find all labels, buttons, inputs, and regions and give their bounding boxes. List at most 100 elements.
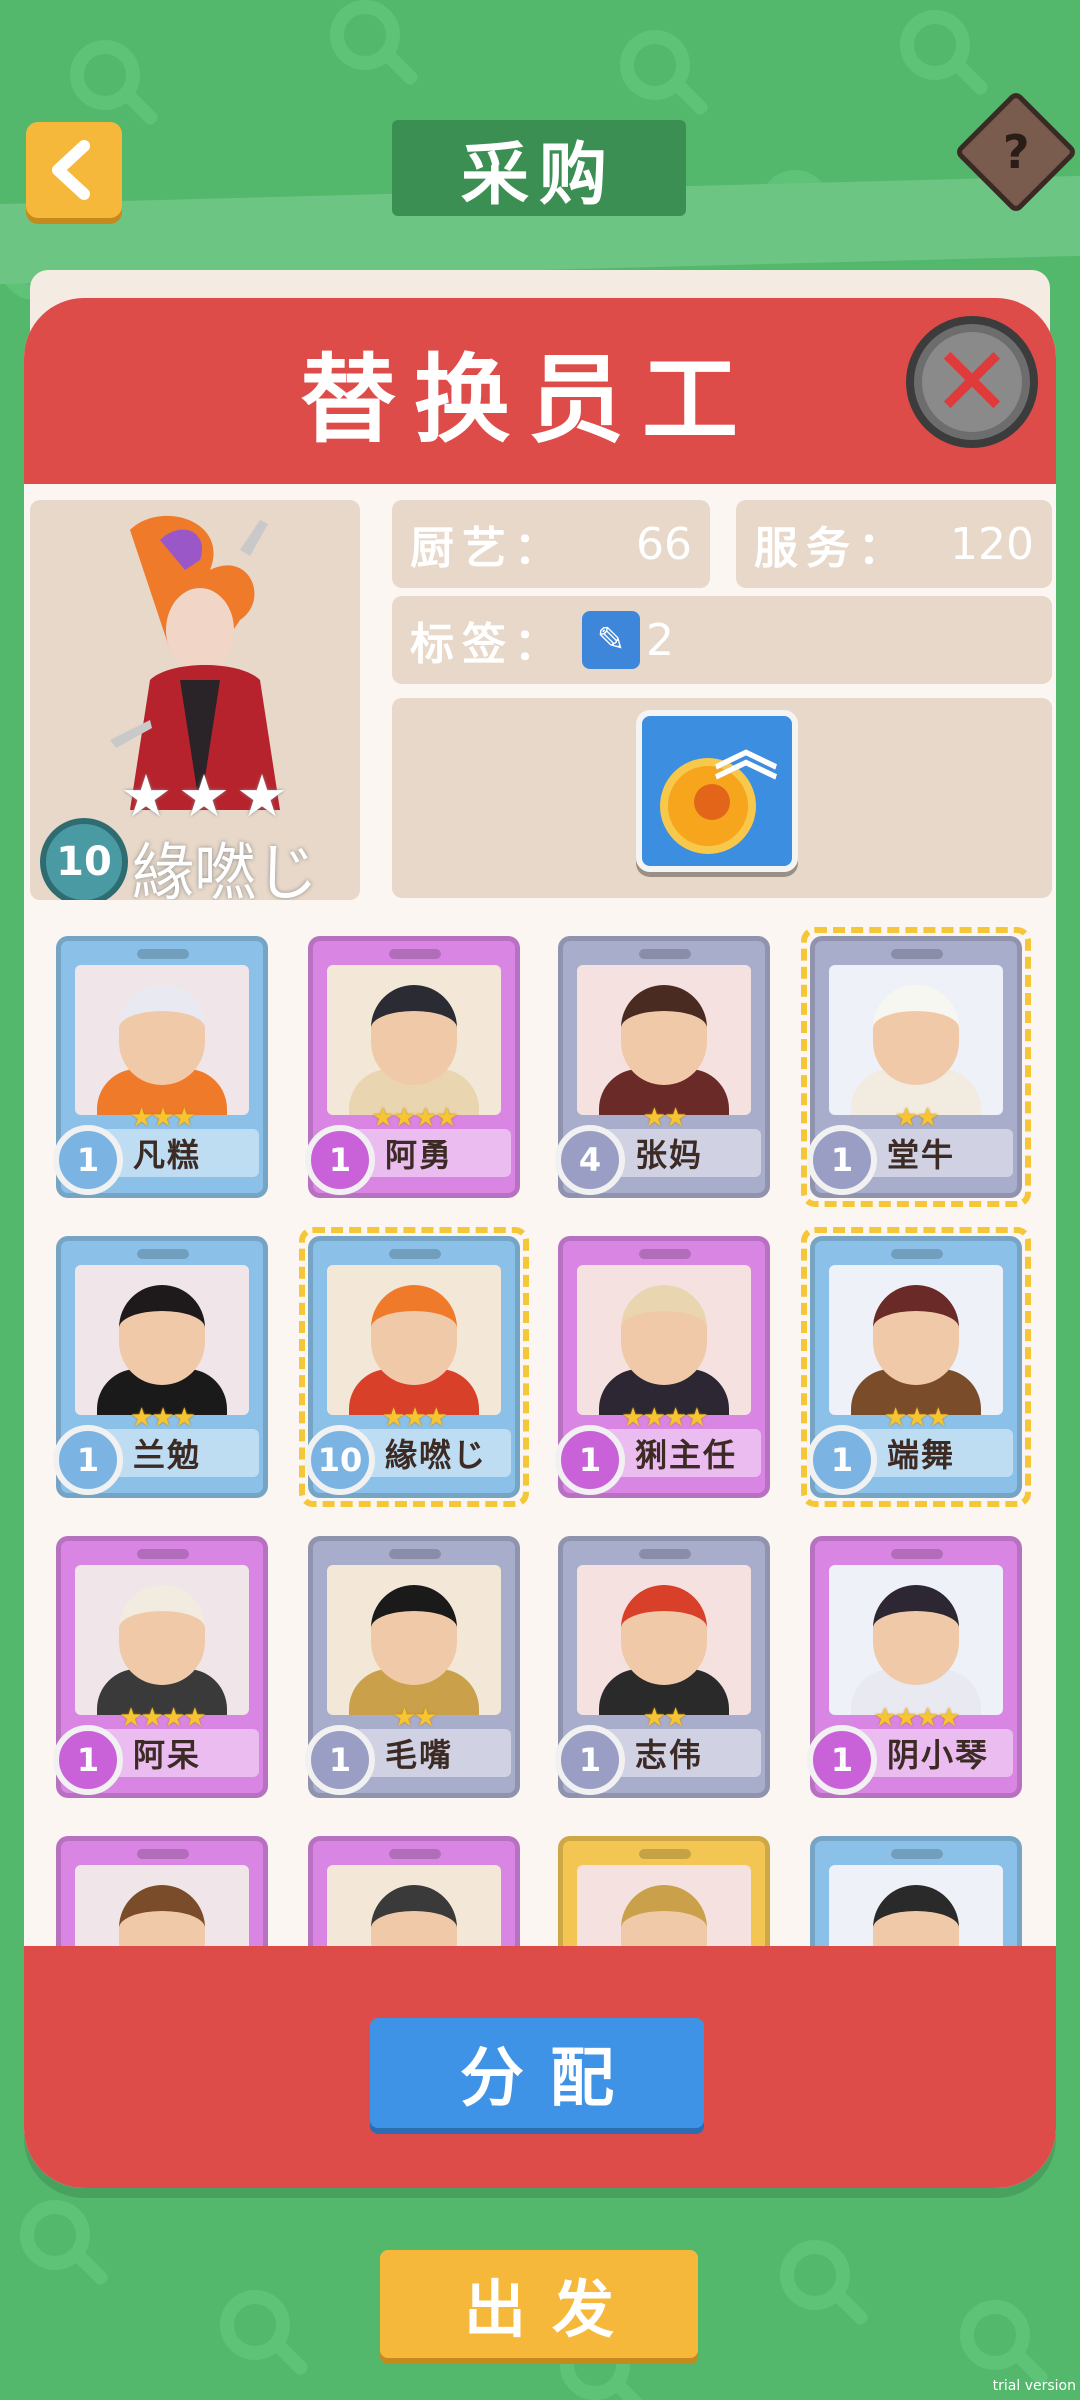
watermark-text: trial version [992,2378,1076,2394]
staff-portrait [327,1865,501,1958]
close-x-icon: ✕ [922,332,1022,432]
dialog-header: 替换员工 ✕ [24,298,1056,484]
upgrade-button[interactable]: ︽ [636,710,798,872]
staff-grid: ★★★ 凡糕 1 ★★★★ 阿勇 1 ★★ 张妈 4 ★★ 堂牛 1 ★★★ 兰勉 1 ★★★ 緣嘫じ 10 ★★★… [24,918,1056,1958]
portrait-head [621,1285,707,1385]
portrait-head [119,1285,205,1385]
staff-portrait [327,1265,501,1415]
staff-portrait [327,1565,501,1715]
staff-portrait [577,1265,751,1415]
staff-card[interactable]: ★★★★ 猁主任 1 [555,1236,770,1498]
staff-portrait [829,965,1003,1115]
card-notch [137,1549,189,1559]
selected-staff-portrait: ★ ★ ★ 10 緣嘫じ [30,500,360,900]
portrait-head [371,1285,457,1385]
staff-portrait [577,1865,751,1958]
cooking-label: 厨艺： [410,523,566,574]
portrait-head [119,1585,205,1685]
staff-card[interactable]: ★★★★ 阿呆 1 [53,1536,268,1798]
portrait-head [371,985,457,1085]
cooking-value: 66 [636,518,692,570]
card-notch [891,1849,943,1859]
staff-card[interactable] [558,1836,770,1958]
star-icon: ★ [120,762,172,830]
chevron-up-icon: ︽ [714,715,778,789]
card-notch [389,1549,441,1559]
staff-portrait [75,965,249,1115]
staff-portrait [829,1265,1003,1415]
staff-card[interactable] [56,1836,268,1958]
arrow-left-icon [52,140,90,200]
staff-card[interactable]: ★★★★ 阴小琴 1 [807,1536,1022,1798]
card-notch [389,1849,441,1859]
replace-staff-dialog: 替换员工 ✕ ★ ★ ★ 10 緣嘫じ 厨艺： 66 服务： 120 标签： ✎… [24,298,1056,2188]
assign-button[interactable]: 分配 [370,2018,704,2128]
card-notch [639,1549,691,1559]
dialog-footer: 分配 [24,1946,1056,2188]
staff-portrait [829,1865,1003,1958]
staff-card[interactable]: ★★ 张妈 4 [555,936,770,1198]
card-notch [137,1249,189,1259]
card-notch [137,1849,189,1859]
portrait-head [621,1585,707,1685]
card-notch [891,1249,943,1259]
tag-value: 2 [646,614,674,666]
staff-portrait [75,1265,249,1415]
staff-level-badge: 1 [807,1725,877,1795]
staff-level-badge: 1 [53,1125,123,1195]
close-button[interactable]: ✕ [906,316,1038,448]
card-notch [891,1549,943,1559]
staff-level-badge: 1 [305,1725,375,1795]
card-notch [389,1249,441,1259]
cooking-stat: 厨艺： 66 [392,500,710,588]
service-value: 120 [950,518,1034,570]
staff-level-badge: 10 [305,1425,375,1495]
star-icon: ★ [236,762,288,830]
staff-level-badge: 1 [53,1725,123,1795]
portrait-head [873,1285,959,1385]
card-notch [639,1249,691,1259]
staff-card[interactable] [308,1836,520,1958]
card-notch [639,1849,691,1859]
portrait-head [371,1585,457,1685]
portrait-head [119,985,205,1085]
tag-label: 标签： [410,619,566,670]
depart-button[interactable]: 出发 [380,2250,698,2358]
staff-level-badge: 1 [555,1425,625,1495]
question-icon: ? [1002,125,1030,179]
staff-card[interactable]: ★★ 堂牛 1 [801,927,1031,1207]
star-icon: ★ [178,762,230,830]
staff-level-badge: 1 [807,1425,877,1495]
staff-level-badge: 1 [305,1125,375,1195]
staff-card[interactable]: ★★ 志伟 1 [555,1536,770,1798]
card-notch [891,949,943,959]
staff-portrait [327,965,501,1115]
back-button[interactable] [26,122,122,218]
staff-portrait [829,1565,1003,1715]
service-label: 服务： [754,523,910,574]
portrait-head [873,1585,959,1685]
portrait-head [621,985,707,1085]
staff-level-badge: 1 [555,1725,625,1795]
staff-card[interactable]: ★★★ 凡糕 1 [53,936,268,1198]
staff-portrait [577,965,751,1115]
staff-level-badge: 4 [555,1125,625,1195]
staff-level-badge: 1 [53,1425,123,1495]
staff-card[interactable] [810,1836,1022,1958]
selected-staff-level: 10 [40,818,128,900]
staff-card[interactable]: ★★★ 端舞 1 [801,1227,1031,1507]
staff-card[interactable]: ★★★ 緣嘫じ 10 [299,1227,529,1507]
tag-stat: 标签： ✎ 2 [392,596,1052,684]
selected-staff-stars: ★ ★ ★ [120,762,288,830]
dialog-title: 替换员工 [300,343,756,456]
staff-portrait [75,1865,249,1958]
card-notch [137,949,189,959]
card-notch [639,949,691,959]
card-notch [389,949,441,959]
page-title: 采购 [392,120,686,216]
staff-card[interactable]: ★★★★ 阿勇 1 [305,936,520,1198]
selected-staff-name: 緣嘫じ [132,836,319,900]
staff-card[interactable]: ★★ 毛嘴 1 [305,1536,520,1798]
tag-icon: ✎ [582,611,640,669]
staff-card[interactable]: ★★★ 兰勉 1 [53,1236,268,1498]
